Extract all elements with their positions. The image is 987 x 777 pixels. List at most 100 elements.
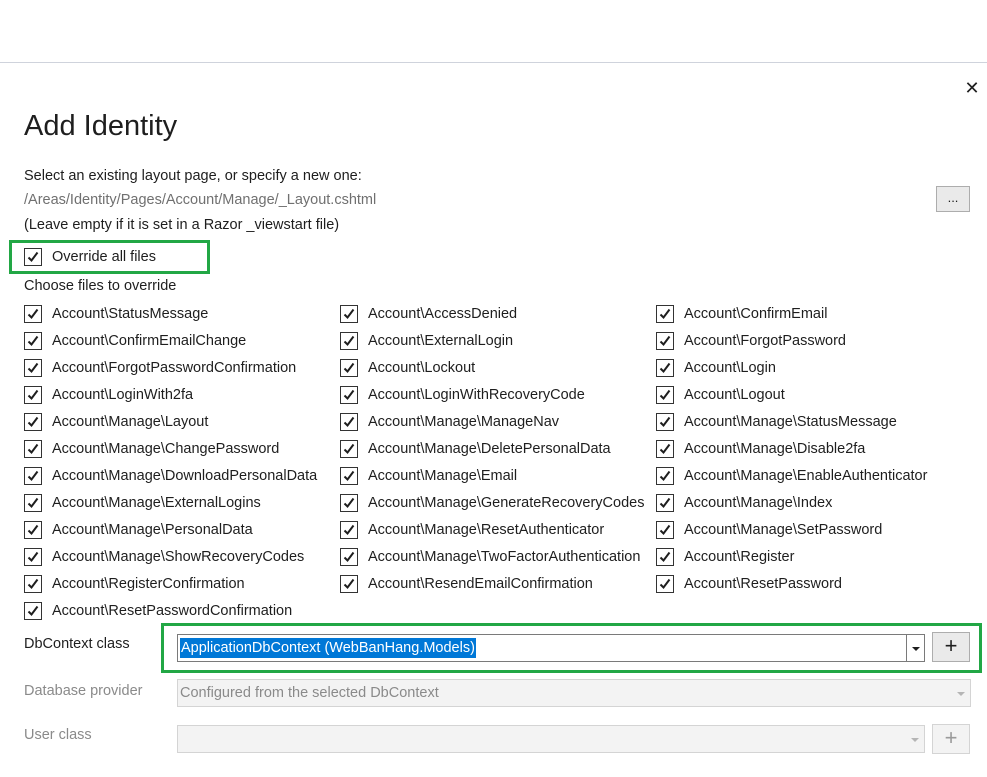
file-checkbox[interactable]: Account\Login — [656, 358, 776, 378]
checkbox-checked-icon — [340, 359, 358, 377]
file-checkbox[interactable]: Account\ForgotPasswordConfirmation — [24, 358, 296, 378]
file-checkbox[interactable]: Account\Manage\Index — [656, 493, 832, 513]
file-checkbox[interactable]: Account\ResetPasswordConfirmation — [24, 601, 292, 621]
file-checkbox-label: Account\Manage\TwoFactorAuthentication — [368, 549, 641, 565]
chevron-down-icon — [952, 680, 970, 706]
file-checkbox-label: Account\ResendEmailConfirmation — [368, 576, 593, 592]
file-checkbox-label: Account\Login — [684, 360, 776, 376]
checkbox-checked-icon — [24, 440, 42, 458]
file-checkbox[interactable]: Account\Manage\SetPassword — [656, 520, 882, 540]
checkbox-checked-icon — [656, 494, 674, 512]
file-checkbox-label: Account\Register — [684, 549, 795, 565]
files-heading: Choose files to override — [24, 278, 177, 294]
checkbox-checked-icon — [340, 332, 358, 350]
checkbox-checked-icon — [24, 521, 42, 539]
file-checkbox[interactable]: Account\Manage\StatusMessage — [656, 412, 897, 432]
add-dbcontext-button[interactable]: + — [932, 632, 970, 662]
dbcontext-select[interactable]: ApplicationDbContext (WebBanHang.Models) — [177, 634, 925, 662]
file-checkbox[interactable]: Account\Manage\ManageNav — [340, 412, 559, 432]
file-checkbox-label: Account\Manage\EnableAuthenticator — [684, 468, 928, 484]
file-checkbox[interactable]: Account\RegisterConfirmation — [24, 574, 245, 594]
file-checkbox-label: Account\ForgotPasswordConfirmation — [52, 360, 297, 376]
file-checkbox[interactable]: Account\Manage\Layout — [24, 412, 208, 432]
file-checkbox[interactable]: Account\Manage\Disable2fa — [656, 439, 865, 459]
file-checkbox[interactable]: Account\ResendEmailConfirmation — [340, 574, 593, 594]
checkbox-checked-icon — [340, 305, 358, 323]
chevron-down-icon — [906, 726, 924, 752]
checkbox-checked-icon — [24, 494, 42, 512]
file-checkbox[interactable]: Account\ConfirmEmailChange — [24, 331, 246, 351]
browse-layout-button[interactable]: ... — [936, 186, 970, 212]
file-checkbox[interactable]: Account\ExternalLogin — [340, 331, 513, 351]
file-checkbox-label: Account\LoginWithRecoveryCode — [368, 387, 585, 403]
checkbox-checked-icon — [656, 305, 674, 323]
file-checkbox[interactable]: Account\ResetPassword — [656, 574, 842, 594]
file-checkbox-label: Account\LoginWith2fa — [52, 387, 194, 403]
db-provider-value: Configured from the selected DbContext — [180, 685, 439, 701]
file-checkbox-label: Account\Manage\Disable2fa — [684, 441, 866, 457]
file-checkbox-label: Account\Manage\ManageNav — [368, 414, 560, 430]
checkbox-checked-icon — [656, 467, 674, 485]
override-all-checkbox[interactable]: Override all files — [24, 247, 156, 267]
file-checkbox[interactable]: Account\StatusMessage — [24, 304, 208, 324]
checkbox-checked-icon — [24, 359, 42, 377]
checkbox-checked-icon — [340, 494, 358, 512]
file-checkbox-label: Account\Manage\Layout — [52, 414, 209, 430]
file-checkbox[interactable]: Account\Register — [656, 547, 794, 567]
checkbox-checked-icon — [340, 413, 358, 431]
checkbox-checked-icon — [24, 467, 42, 485]
file-checkbox-label: Account\ConfirmEmail — [684, 306, 828, 322]
file-checkbox[interactable]: Account\Manage\ShowRecoveryCodes — [24, 547, 304, 567]
file-checkbox[interactable]: Account\ConfirmEmail — [656, 304, 827, 324]
file-checkbox[interactable]: Account\Manage\PersonalData — [24, 520, 253, 540]
layout-path-input[interactable]: /Areas/Identity/Pages/Account/Manage/_La… — [24, 192, 376, 208]
user-class-label: User class — [24, 727, 92, 743]
checkbox-checked-icon — [340, 386, 358, 404]
file-checkbox[interactable]: Account\Manage\ResetAuthenticator — [340, 520, 604, 540]
file-checkbox[interactable]: Account\ForgotPassword — [656, 331, 846, 351]
file-checkbox[interactable]: Account\Manage\DeletePersonalData — [340, 439, 611, 459]
checkbox-checked-icon — [340, 467, 358, 485]
db-provider-label: Database provider — [24, 683, 143, 699]
file-checkbox[interactable]: Account\Manage\GenerateRecoveryCodes — [340, 493, 644, 513]
file-checkbox-label: Account\Manage\ChangePassword — [52, 441, 280, 457]
file-checkbox[interactable]: Account\AccessDenied — [340, 304, 517, 324]
checkbox-checked-icon — [656, 440, 674, 458]
file-checkbox-label: Account\ResetPasswordConfirmation — [52, 603, 293, 619]
checkbox-checked-icon — [24, 575, 42, 593]
file-checkbox[interactable]: Account\LoginWithRecoveryCode — [340, 385, 585, 405]
file-checkbox[interactable]: Account\Manage\Email — [340, 466, 517, 486]
dialog-title: Add Identity — [24, 110, 178, 142]
file-checkbox[interactable]: Account\Manage\ExternalLogins — [24, 493, 261, 513]
file-checkbox[interactable]: Account\LoginWith2fa — [24, 385, 193, 405]
checkbox-checked-icon — [24, 248, 42, 266]
file-checkbox[interactable]: Account\Manage\EnableAuthenticator — [656, 466, 927, 486]
user-class-select[interactable] — [177, 725, 925, 753]
file-checkbox[interactable]: Account\Lockout — [340, 358, 475, 378]
db-provider-select[interactable]: Configured from the selected DbContext — [177, 679, 971, 707]
background-window-strip — [0, 0, 987, 63]
file-checkbox[interactable]: Account\Manage\ChangePassword — [24, 439, 279, 459]
checkbox-checked-icon — [24, 602, 42, 620]
checkbox-checked-icon — [24, 413, 42, 431]
file-checkbox-label: Account\Manage\ResetAuthenticator — [368, 522, 605, 538]
file-checkbox[interactable]: Account\Logout — [656, 385, 785, 405]
file-checkbox[interactable]: Account\Manage\TwoFactorAuthentication — [340, 547, 640, 567]
checkbox-checked-icon — [656, 575, 674, 593]
close-icon[interactable]: ✕ — [962, 78, 982, 98]
checkbox-checked-icon — [656, 521, 674, 539]
chevron-down-icon[interactable] — [906, 635, 924, 661]
file-checkbox-label: Account\Manage\Email — [368, 468, 518, 484]
file-checkbox-label: Account\ResetPassword — [684, 576, 842, 592]
add-user-class-button[interactable]: + — [932, 724, 970, 754]
file-checkbox[interactable]: Account\Manage\DownloadPersonalData — [24, 466, 317, 486]
layout-hint: (Leave empty if it is set in a Razor _vi… — [24, 217, 340, 233]
checkbox-checked-icon — [656, 548, 674, 566]
checkbox-checked-icon — [24, 305, 42, 323]
checkbox-checked-icon — [656, 386, 674, 404]
checkbox-checked-icon — [24, 386, 42, 404]
layout-prompt: Select an existing layout page, or speci… — [24, 168, 362, 184]
file-checkbox-label: Account\Manage\DeletePersonalData — [368, 441, 611, 457]
file-checkbox-label: Account\ConfirmEmailChange — [52, 333, 247, 349]
dbcontext-label: DbContext class — [24, 636, 130, 652]
